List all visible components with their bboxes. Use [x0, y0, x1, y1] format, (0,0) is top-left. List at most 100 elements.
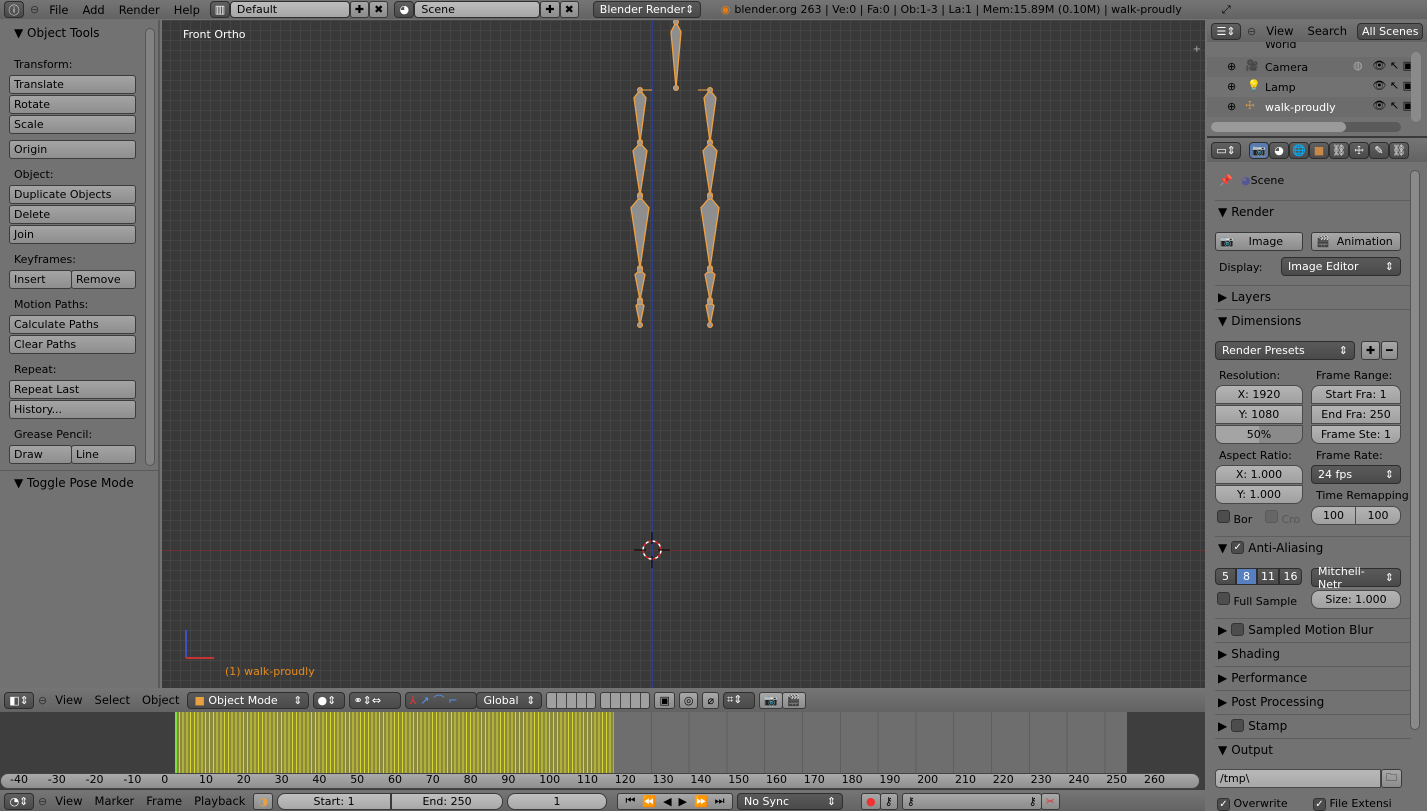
start-frame-field[interactable]: Start: 1 — [277, 792, 392, 810]
render-panel-header[interactable]: ▼ Render — [1215, 200, 1411, 222]
expand-icon[interactable]: ⊕ — [1227, 100, 1236, 113]
collapse-icon[interactable]: ⊖ — [38, 694, 47, 707]
menu-render[interactable]: Render — [115, 3, 164, 17]
insert-key-icon[interactable]: ⚷ — [1029, 795, 1037, 808]
bone[interactable] — [705, 301, 715, 326]
aa-sample-16[interactable]: 16 — [1279, 568, 1302, 585]
properties-scrollbar[interactable] — [1410, 170, 1420, 730]
display-select[interactable]: Image Editor ⇕ — [1281, 257, 1401, 276]
fullscreen-icon[interactable]: ⤢ — [1222, 3, 1231, 17]
remove-scene-button[interactable]: ✖ — [559, 1, 579, 18]
manipulator-icon[interactable]: ⅄ — [409, 694, 416, 707]
aa-filter-select[interactable]: Mitchell-Netr ⇕ — [1311, 565, 1401, 591]
layers-row-1[interactable] — [546, 691, 597, 709]
translate-manip-icon[interactable]: ↗ — [420, 694, 429, 707]
bone-joint[interactable] — [673, 20, 679, 25]
pin-icon[interactable]: 📌 — [1219, 174, 1233, 187]
bone-joint[interactable] — [707, 299, 713, 305]
playback-controls[interactable]: ⏮ ⏪ ◀ ▶ ⏩ ⏭ — [617, 792, 734, 810]
timeline-ruler[interactable] — [0, 773, 1200, 789]
region-expand-icon[interactable]: + — [1193, 44, 1201, 55]
resolution-y-field[interactable]: Y: 1080 — [1215, 405, 1303, 424]
resolution-percentage-slider[interactable]: 50% — [1215, 425, 1303, 444]
rotate-manip-icon[interactable]: ⌒ — [433, 692, 444, 708]
outliner-row-camera[interactable]: ⊕ 🎥 Camera ◍ 👁 ↖ ▣ — [1207, 57, 1413, 77]
record-icon[interactable]: ● — [861, 792, 881, 810]
tab-bone[interactable]: ✎ — [1369, 141, 1389, 159]
rotate-button[interactable]: Rotate — [9, 95, 136, 114]
border-checkbox[interactable]: Bor — [1217, 510, 1252, 526]
duplicate-objects-button[interactable]: Duplicate Objects — [9, 185, 136, 204]
insert-keyframe-button[interactable]: Insert — [9, 270, 72, 289]
toggle-pose-mode-panel[interactable]: ▼ Toggle Pose Mode — [14, 476, 134, 490]
play-reverse-icon[interactable]: ◀ — [663, 795, 671, 808]
anti-aliasing-checkbox[interactable]: ✓ — [1231, 541, 1245, 554]
jump-end-icon[interactable]: ⏭ — [715, 794, 725, 808]
layout-icon[interactable]: ▥ — [209, 1, 230, 18]
play-icon[interactable]: ▶ — [679, 795, 687, 808]
outliner-row-lamp[interactable]: ⊕ 💡 Lamp 👁 ↖ ▣ — [1207, 77, 1413, 97]
shading-select[interactable]: ●⇕ — [313, 691, 346, 709]
bone[interactable] — [634, 269, 646, 301]
prev-keyframe-icon[interactable]: ⏪ — [642, 795, 656, 808]
snap-element-select[interactable]: ⌗⇕ — [723, 691, 756, 709]
performance-panel-header[interactable]: ▶ Performance — [1215, 666, 1411, 688]
frame-step-field[interactable]: Frame Ste: 1 — [1311, 425, 1401, 444]
outliner-item-camera[interactable]: Camera — [1265, 61, 1308, 74]
menu-view[interactable]: View — [51, 794, 86, 808]
full-sample-checkbox[interactable]: Full Sample — [1217, 592, 1297, 608]
menu-playback[interactable]: Playback — [190, 794, 249, 808]
scale-manip-icon[interactable]: ⌐ — [448, 694, 457, 707]
aa-size-field[interactable]: Size: 1.000 — [1311, 590, 1401, 609]
render-anim-opengl-icon[interactable]: 🎬 — [781, 691, 806, 709]
file-extensions-checkbox[interactable]: ✓ File Extensi — [1313, 797, 1392, 811]
outliner-filter-select[interactable]: All Scenes — [1357, 22, 1424, 40]
output-panel-header[interactable]: ▼ Output — [1215, 738, 1411, 760]
layers-panel-header[interactable]: ▶ Layers — [1215, 285, 1411, 307]
bone-joint[interactable] — [707, 194, 713, 200]
aa-sample-11[interactable]: 11 — [1257, 568, 1279, 585]
bone[interactable] — [703, 88, 717, 143]
mode-select[interactable]: ■ Object Mode ⇕ — [187, 691, 310, 709]
outliner-item-walk-proudly[interactable]: walk-proudly — [1265, 101, 1336, 114]
bone[interactable] — [704, 269, 716, 301]
proportional-edit-icon[interactable]: ◎ — [678, 691, 699, 709]
aa-sample-8[interactable]: 8 — [1236, 568, 1257, 585]
object-tools-header[interactable]: ▼ Object Tools — [14, 26, 100, 40]
remove-keyframe-button[interactable]: Remove — [71, 270, 136, 289]
remap-new-field[interactable]: 100 — [1355, 506, 1401, 525]
visibility-icons[interactable]: 👁 ↖ ▣ — [1353, 59, 1413, 72]
menu-add[interactable]: Add — [78, 3, 108, 17]
tab-object[interactable]: ■ — [1309, 141, 1329, 159]
pivot-select[interactable]: ⚭⇕⇔ — [349, 691, 402, 709]
delete-key-icon[interactable]: ✂ — [1040, 792, 1060, 810]
outliner-vscrollbar[interactable] — [1411, 52, 1421, 122]
tab-constraints[interactable]: ⛓ — [1329, 141, 1349, 159]
collapse-icon[interactable]: ⊖ — [1247, 25, 1256, 38]
render-engine-select[interactable]: Blender Render ⇕ — [592, 1, 701, 18]
tab-bone-constraints[interactable]: ⛓ — [1389, 141, 1409, 159]
render-animation-button[interactable]: 🎬 Animation — [1311, 232, 1401, 251]
jump-start-icon[interactable]: ⏮ — [626, 794, 636, 808]
menu-view[interactable]: View — [51, 693, 86, 707]
overwrite-checkbox[interactable]: ✓ Overwrite — [1217, 797, 1288, 811]
delete-button[interactable]: Delete — [9, 205, 136, 224]
menu-help[interactable]: Help — [170, 3, 204, 17]
lock-layers-icon[interactable]: ▣ — [654, 691, 675, 709]
clear-paths-button[interactable]: Clear Paths — [9, 335, 136, 354]
output-path-field[interactable]: /tmp\ — [1215, 769, 1381, 788]
tool-shelf-scrollbar[interactable] — [145, 28, 155, 466]
frame-rate-select[interactable]: 24 fps ⇕ — [1311, 465, 1401, 484]
remove-preset-button[interactable]: ━ — [1381, 341, 1398, 360]
bone-joint[interactable] — [637, 322, 643, 328]
aspect-x-field[interactable]: X: 1.000 — [1215, 465, 1303, 484]
next-keyframe-icon[interactable]: ⏩ — [694, 795, 708, 808]
render-image-button[interactable]: 📷 Image — [1215, 232, 1303, 251]
outliner-item-world[interactable]: World — [1265, 42, 1297, 51]
collapse-icon[interactable]: ⊖ — [30, 3, 39, 16]
bone-joint[interactable] — [637, 299, 643, 305]
stamp-panel-header[interactable]: ▶ Stamp — [1215, 714, 1411, 736]
bone[interactable] — [702, 142, 718, 196]
file-browser-icon[interactable]: 🗀 — [1381, 769, 1402, 788]
calculate-paths-button[interactable]: Calculate Paths — [9, 315, 136, 334]
